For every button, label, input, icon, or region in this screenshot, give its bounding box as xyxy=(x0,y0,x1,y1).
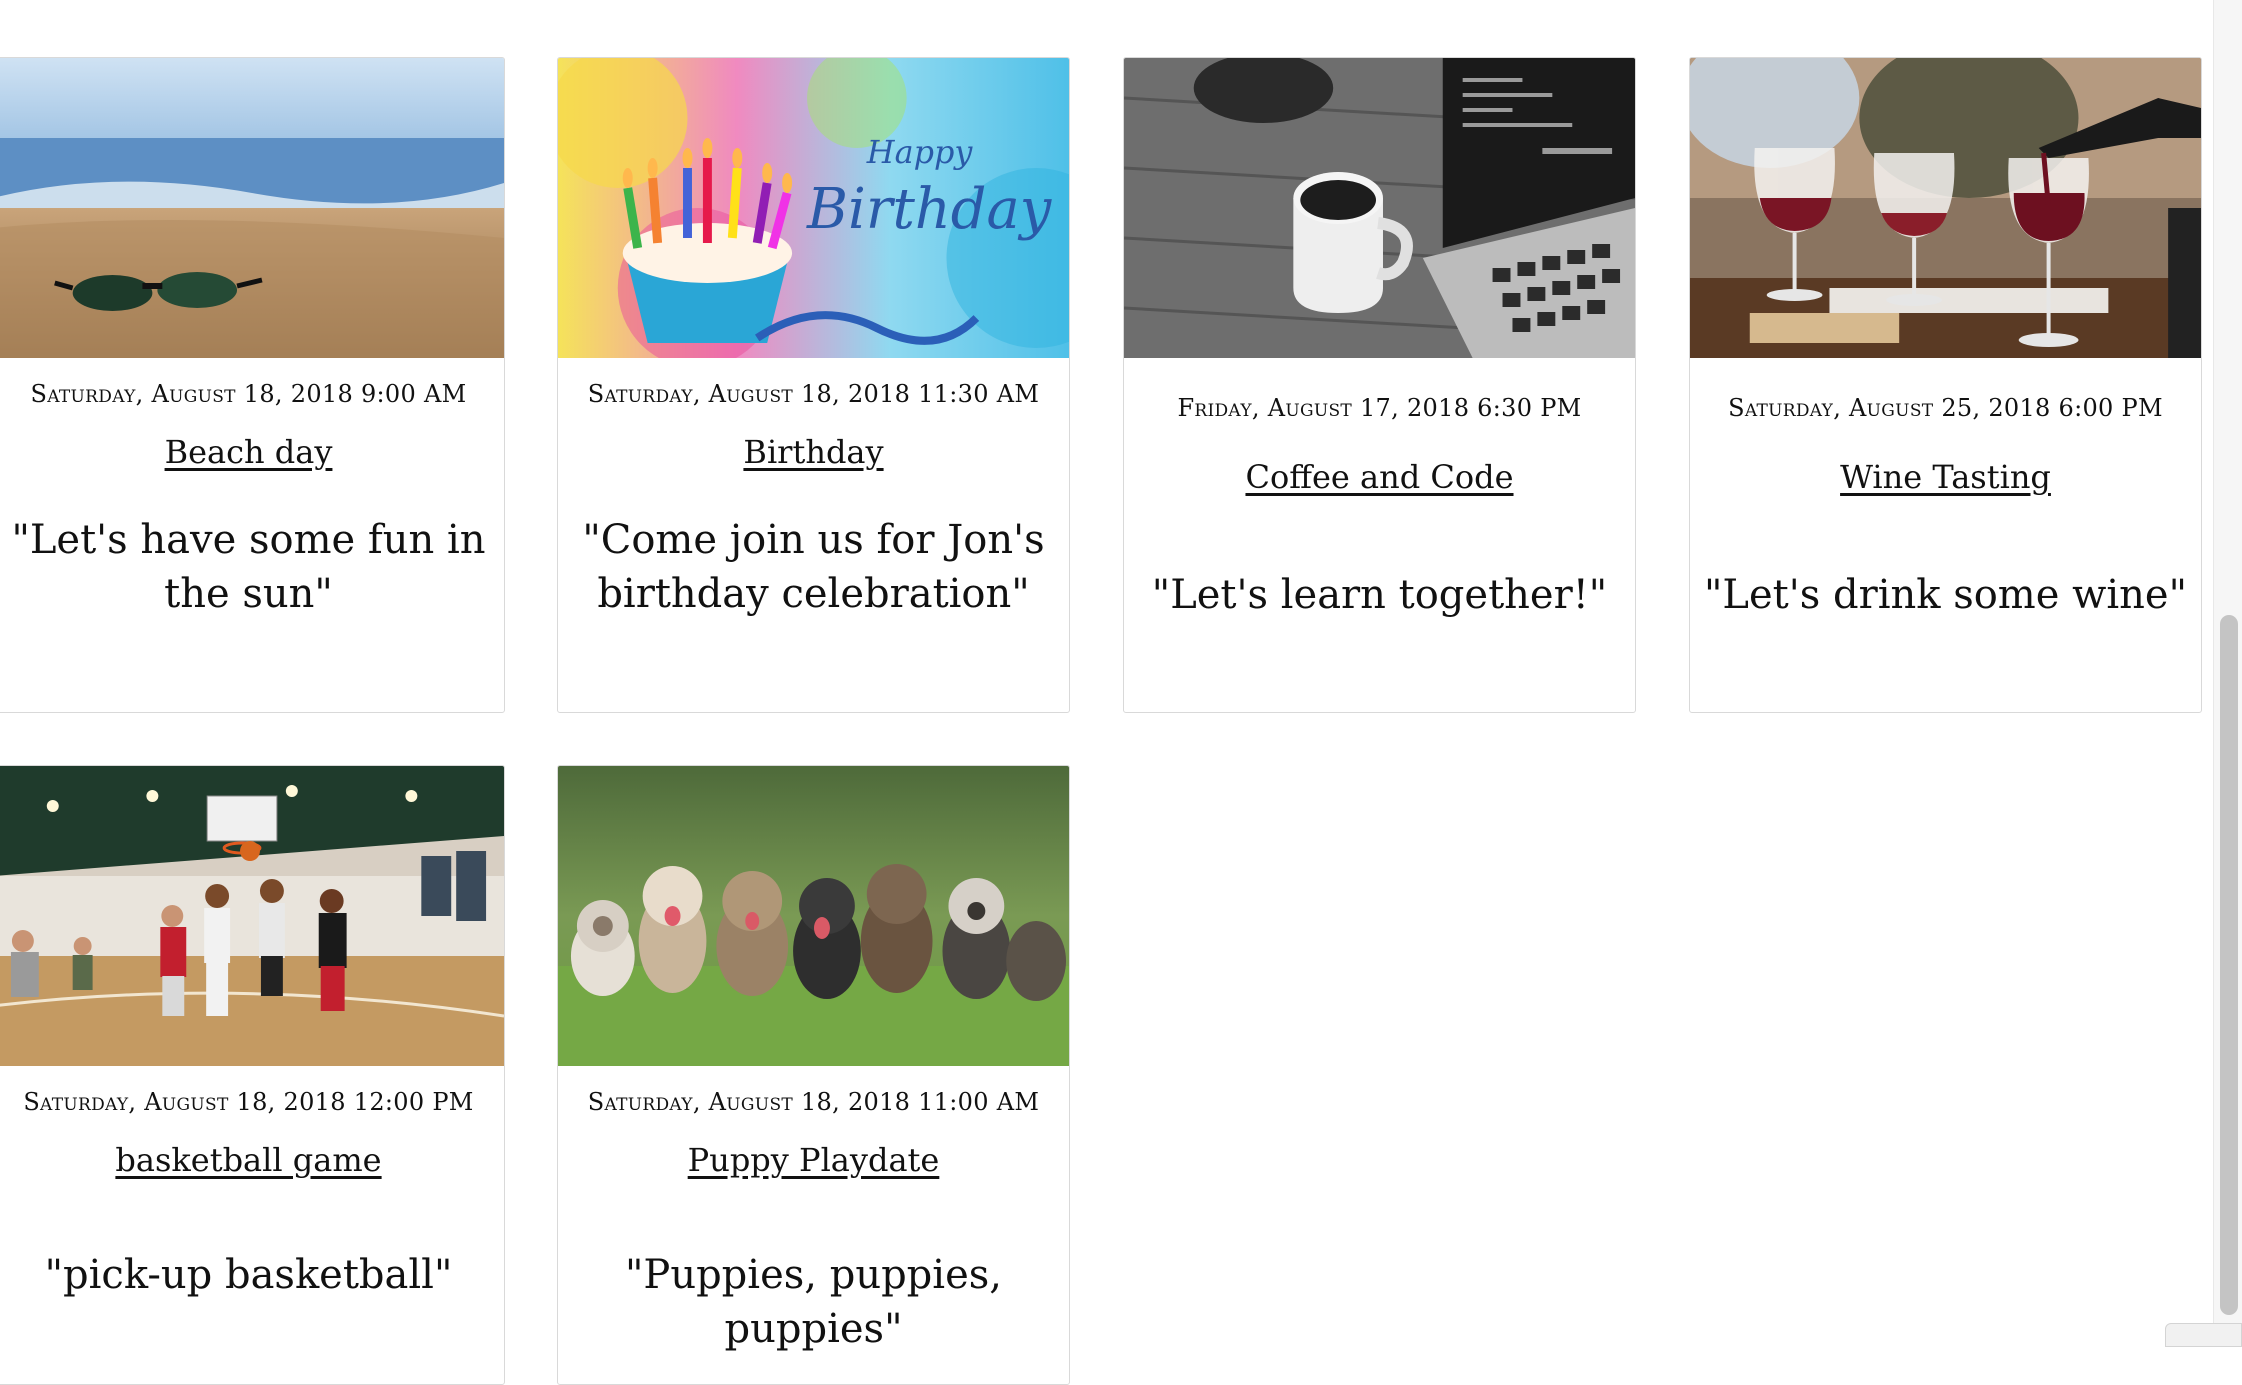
event-description: "Come join us for Jon's birthday celebra… xyxy=(582,517,1045,617)
vertical-scrollbar[interactable] xyxy=(2213,0,2242,1347)
event-date: Saturday, August 18, 2018 12:00 PM xyxy=(23,1088,474,1116)
event-date: Friday, August 17, 2018 6:30 PM xyxy=(1177,394,1582,422)
wine-glasses-image xyxy=(1690,58,2201,358)
event-card: Saturday, August 25, 2018 6:00 PM Wine T… xyxy=(1689,57,2202,713)
event-description: "Let's have some fun in the sun" xyxy=(11,517,486,617)
birthday-cupcake-image: Happy Birthday xyxy=(558,58,1069,358)
event-title-link[interactable]: Coffee and Code xyxy=(1124,458,1635,496)
event-description: "Let's learn together!" xyxy=(1151,572,1608,618)
event-date: Saturday, August 25, 2018 6:00 PM xyxy=(1728,394,2163,422)
event-card: Friday, August 17, 2018 6:30 PM Coffee a… xyxy=(1123,57,1636,713)
event-date: Saturday, August 18, 2018 11:00 AM xyxy=(587,1088,1040,1116)
event-card: Saturday, August 18, 2018 11:00 AM Puppy… xyxy=(557,765,1070,1385)
event-title-link[interactable]: Wine Tasting xyxy=(1690,458,2201,496)
event-date: Saturday, August 18, 2018 9:00 AM xyxy=(30,380,467,408)
event-description: "pick-up basketball" xyxy=(44,1252,453,1298)
image-text-birthday: Birthday xyxy=(806,177,1053,242)
scrollbar-thumb[interactable] xyxy=(2220,615,2238,1315)
beach-sunglasses-image xyxy=(0,58,504,358)
event-title-link[interactable]: basketball game xyxy=(0,1141,504,1179)
puppies-image xyxy=(558,766,1069,1066)
event-title-link[interactable]: Birthday xyxy=(558,433,1069,471)
event-card: Saturday, August 18, 2018 12:00 PM baske… xyxy=(0,765,505,1385)
basketball-gym-image xyxy=(0,766,504,1066)
event-card: Happy Birthday Saturday, August 18, 2018… xyxy=(557,57,1070,713)
event-date: Saturday, August 18, 2018 11:30 AM xyxy=(587,380,1040,408)
event-card: Saturday, August 18, 2018 9:00 AM Beach … xyxy=(0,57,505,713)
event-description: "Puppies, puppies, puppies" xyxy=(625,1252,1002,1352)
event-description: "Let's drink some wine" xyxy=(1704,572,2187,618)
coffee-laptop-image xyxy=(1124,58,1635,358)
image-text-happy: Happy xyxy=(866,133,974,171)
event-title-link[interactable]: Beach day xyxy=(0,433,504,471)
corner-tab[interactable] xyxy=(2165,1323,2242,1347)
event-title-link[interactable]: Puppy Playdate xyxy=(558,1141,1069,1179)
